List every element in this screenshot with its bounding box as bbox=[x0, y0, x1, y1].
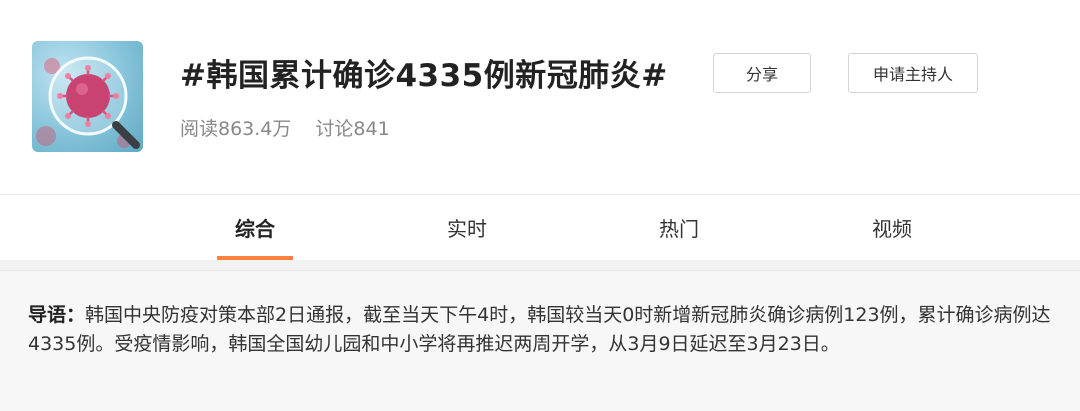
topic-guide: 导语：韩国中央防疫对策本部2日通报，截至当天下午4时，韩国较当天0时新增新冠肺炎… bbox=[0, 270, 1080, 411]
tab-comprehensive[interactable]: 综合 bbox=[205, 195, 305, 259]
guide-text: 导语：韩国中央防疫对策本部2日通报，截至当天下午4时，韩国较当天0时新增新冠肺炎… bbox=[28, 301, 1058, 359]
tab-bar: 综合 实时 热门 视频 bbox=[0, 195, 1080, 259]
guide-body: 韩国中央防疫对策本部2日通报，截至当天下午4时，韩国较当天0时新增新冠肺炎确诊病… bbox=[28, 304, 1051, 355]
apply-host-button[interactable]: 申请主持人 bbox=[848, 53, 978, 93]
read-count: 阅读863.4万 bbox=[180, 118, 292, 140]
section-gap bbox=[0, 260, 1080, 270]
tab-video[interactable]: 视频 bbox=[842, 195, 942, 259]
share-button[interactable]: 分享 bbox=[713, 53, 811, 93]
virus-magnifier-image bbox=[36, 56, 140, 149]
topic-title: #韩国累计确诊4335例新冠肺炎# bbox=[180, 58, 668, 94]
guide-label: 导语： bbox=[28, 304, 86, 326]
topic-header: #韩国累计确诊4335例新冠肺炎# 阅读863.4万 讨论841 分享 申请主持人 bbox=[0, 0, 1080, 194]
discussion-count[interactable]: 讨论841 bbox=[315, 118, 389, 140]
tab-realtime[interactable]: 实时 bbox=[417, 195, 517, 259]
topic-thumbnail[interactable] bbox=[32, 41, 143, 152]
tab-hot[interactable]: 热门 bbox=[629, 195, 729, 259]
topic-stats: 阅读863.4万 讨论841 bbox=[180, 114, 390, 141]
